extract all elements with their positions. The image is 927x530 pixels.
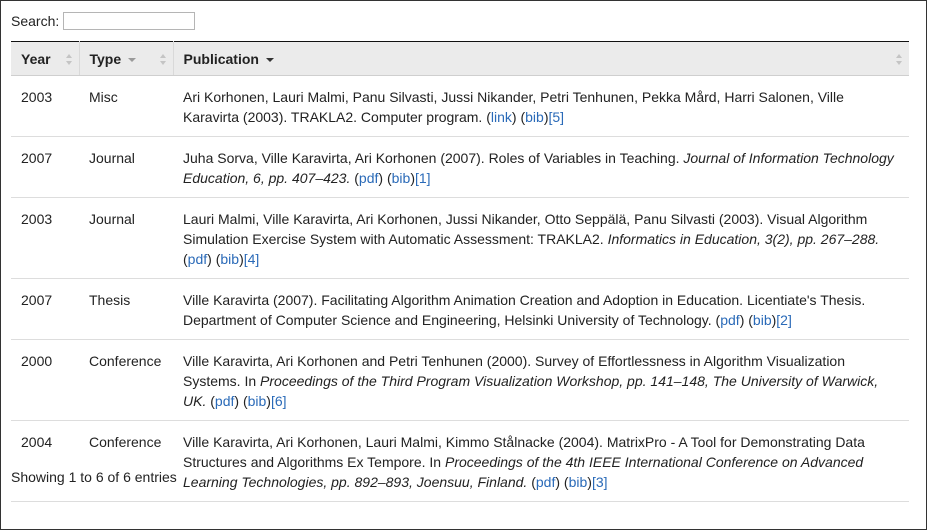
cell-publication: Lauri Malmi, Ville Karavirta, Ari Korhon… (173, 197, 909, 279)
citation-link-bib[interactable]: bib (569, 474, 588, 490)
year-value: 2004 (21, 434, 53, 450)
citation-link-1[interactable]: [1] (415, 170, 431, 186)
citation-link-link[interactable]: link (491, 109, 512, 125)
cell-year: 2007 (11, 136, 79, 198)
caret-down-icon (128, 57, 137, 62)
cell-year: 2007 (11, 278, 79, 340)
cell-year: 2004 (11, 420, 79, 502)
cell-type: Conference (79, 339, 173, 421)
type-value: Thesis (89, 292, 131, 308)
year-value: 2003 (21, 89, 53, 105)
column-header-type[interactable]: Type (79, 41, 174, 76)
publication-citation: Ari Korhonen, Lauri Malmi, Panu Silvasti… (183, 89, 844, 125)
citation-text: Ari Korhonen, Lauri Malmi, Panu Silvasti… (183, 89, 844, 125)
publication-citation: Ville Karavirta, Ari Korhonen, Lauri Mal… (183, 434, 865, 490)
cell-publication: Ville Karavirta, Ari Korhonen, Lauri Mal… (173, 420, 909, 502)
cell-publication: Ville Karavirta (2007). Facilitating Alg… (173, 278, 909, 340)
cell-publication: Juha Sorva, Ville Karavirta, Ari Korhone… (173, 136, 909, 198)
table-row: 2007 Thesis Ville Karavirta (2007). Facili… (11, 278, 909, 340)
citation-link-pdf[interactable]: pdf (188, 251, 207, 267)
cell-publication: Ville Karavirta, Ari Korhonen and Petri … (173, 339, 909, 421)
table-header-row: Year Type Publication (11, 41, 909, 76)
table-body: 2003 Misc Ari Korhonen, Lauri Malmi, Panu … (11, 75, 909, 502)
table-row: 2007 Journal Juha Sorva, Ville Karavirta, … (11, 136, 909, 198)
citation-link-2[interactable]: [2] (776, 312, 792, 328)
caret-down-icon (265, 57, 274, 62)
citation-text: Juha Sorva, Ville Karavirta, Ari Korhone… (183, 150, 684, 166)
column-header-label: Year (21, 50, 51, 67)
sort-both-icon (896, 54, 903, 65)
citation-link-4[interactable]: [4] (244, 251, 260, 267)
type-value: Journal (89, 150, 135, 166)
type-value: Conference (89, 353, 162, 369)
publication-citation: Ville Karavirta, Ari Korhonen and Petri … (183, 353, 879, 409)
cell-type: Thesis (79, 278, 173, 340)
citation-link-bib[interactable]: bib (392, 170, 411, 186)
type-value: Misc (89, 89, 118, 105)
publication-citation: Ville Karavirta (2007). Facilitating Alg… (183, 292, 866, 328)
citation-venue: Informatics in Education, 3(2), pp. 267–… (607, 231, 880, 247)
publications-panel: Search: Year Type Publication 2003 Misc … (0, 0, 927, 530)
column-header-publication[interactable]: Publication (173, 41, 909, 76)
year-value: 2007 (21, 150, 53, 166)
table-row: 2003 Journal Lauri Malmi, Ville Karavirta,… (11, 197, 909, 279)
search-label: Search: (11, 13, 60, 29)
cell-year: 2003 (11, 75, 79, 137)
cell-publication: Ari Korhonen, Lauri Malmi, Panu Silvasti… (173, 75, 909, 137)
citation-link-pdf[interactable]: pdf (536, 474, 555, 490)
citation-link-bib[interactable]: bib (220, 251, 239, 267)
publication-citation: Lauri Malmi, Ville Karavirta, Ari Korhon… (183, 211, 880, 267)
publication-citation: Juha Sorva, Ville Karavirta, Ari Korhone… (183, 150, 894, 186)
citation-link-5[interactable]: [5] (548, 109, 564, 125)
year-value: 2000 (21, 353, 53, 369)
type-value: Journal (89, 211, 135, 227)
sort-both-icon (65, 54, 73, 65)
cell-year: 2000 (11, 339, 79, 421)
citation-link-bib[interactable]: bib (248, 393, 267, 409)
cell-type: Journal (79, 136, 173, 198)
table-row: 2004 Conference Ville Karavirta, Ari Korho… (11, 420, 909, 502)
column-header-label: Type (89, 50, 122, 67)
citation-link-3[interactable]: [3] (592, 474, 608, 490)
citation-link-pdf[interactable]: pdf (215, 393, 234, 409)
cell-type: Journal (79, 197, 173, 279)
cell-type: Misc (79, 75, 173, 137)
type-value: Conference (89, 434, 162, 450)
cell-type: Conference (79, 420, 173, 502)
search-bar: Search: (11, 12, 196, 30)
sort-both-icon (159, 54, 167, 65)
citation-link-bib[interactable]: bib (525, 109, 544, 125)
cell-year: 2003 (11, 197, 79, 279)
citation-link-pdf[interactable]: pdf (359, 170, 378, 186)
column-header-year[interactable]: Year (11, 41, 80, 76)
year-value: 2003 (21, 211, 53, 227)
citation-link-bib[interactable]: bib (753, 312, 772, 328)
citation-venue: Proceedings of the Third Program Visuali… (183, 373, 879, 409)
citation-link-pdf[interactable]: pdf (720, 312, 739, 328)
search-input[interactable] (63, 12, 196, 30)
column-header-label: Publication (183, 50, 259, 67)
citation-link-6[interactable]: [6] (271, 393, 287, 409)
publications-table: Year Type Publication 2003 Misc Ari Korhon… (11, 41, 909, 502)
table-info: Showing 1 to 6 of 6 entries (11, 469, 177, 485)
table-row: 2003 Misc Ari Korhonen, Lauri Malmi, Panu … (11, 75, 909, 137)
table-row: 2000 Conference Ville Karavirta, Ari Korho… (11, 339, 909, 421)
year-value: 2007 (21, 292, 53, 308)
